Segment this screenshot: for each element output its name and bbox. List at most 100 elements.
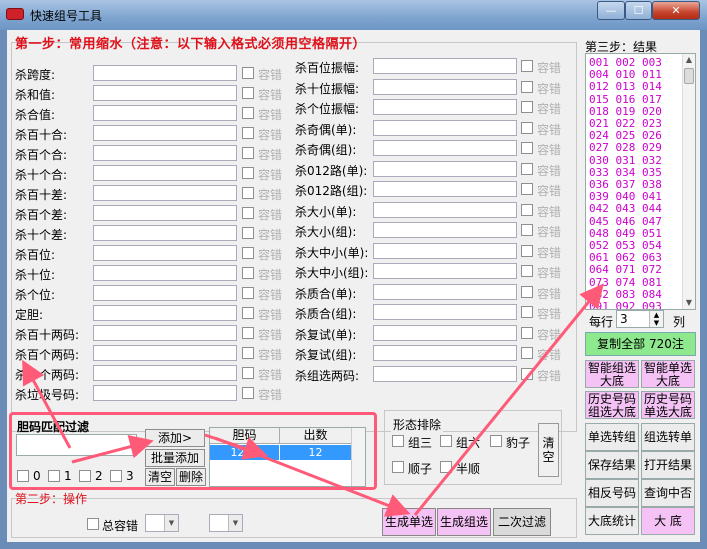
function-button[interactable]: 大底统计 (585, 507, 639, 535)
table-scrollbar[interactable] (351, 428, 365, 486)
tolerance-checkbox[interactable] (242, 247, 254, 259)
chevron-down-icon[interactable]: ▼ (228, 515, 242, 531)
tolerance-checkbox[interactable] (242, 207, 254, 219)
filter-input[interactable] (93, 125, 237, 141)
filter-input[interactable] (93, 165, 237, 181)
total-tolerance-checkbox[interactable] (87, 518, 99, 530)
spin-arrows-icon[interactable]: ▲ ▼ (649, 311, 663, 327)
filter-input[interactable] (373, 283, 517, 300)
tolerance-checkbox[interactable] (521, 224, 533, 236)
shape-clear-button[interactable]: 清空 (538, 423, 559, 477)
filter-input[interactable] (373, 222, 517, 238)
function-button[interactable]: 相反号码 (585, 479, 639, 507)
per-row-stepper[interactable]: 3 ▲ ▼ (616, 310, 664, 328)
filter-input[interactable] (373, 345, 517, 361)
filter-input[interactable] (93, 105, 237, 121)
function-button[interactable]: 打开结果 (641, 451, 695, 479)
tolerance-checkbox[interactable] (521, 285, 533, 298)
scroll-up-icon[interactable]: ▲ (683, 54, 695, 66)
tolerance-max-select[interactable]: ▼ (209, 514, 243, 532)
function-button[interactable]: 智能单选大底 (641, 360, 695, 388)
tolerance-checkbox[interactable] (242, 307, 254, 319)
delete-button[interactable]: 删除 (176, 468, 206, 486)
shape-option-checkbox[interactable] (490, 435, 502, 447)
filter-input[interactable] (93, 225, 237, 241)
dan-code-input[interactable] (16, 434, 137, 456)
tolerance-checkbox[interactable] (242, 167, 254, 179)
filter-input[interactable] (93, 245, 237, 261)
filter-input[interactable] (93, 65, 237, 81)
tolerance-checkbox[interactable] (521, 60, 533, 72)
shape-option-checkbox[interactable] (440, 461, 452, 473)
tolerance-checkbox[interactable] (242, 367, 254, 379)
tolerance-checkbox[interactable] (521, 101, 533, 113)
filter-input[interactable] (373, 140, 517, 156)
filter-input[interactable] (373, 304, 517, 320)
shape-option-checkbox[interactable] (392, 461, 404, 473)
tolerance-checkbox[interactable] (242, 127, 254, 139)
tolerance-checkbox[interactable] (242, 387, 254, 399)
chevron-down-icon[interactable]: ▼ (164, 515, 178, 531)
tolerance-checkbox[interactable] (521, 203, 533, 216)
filter-input[interactable] (373, 119, 517, 136)
function-button[interactable]: 智能组选大底 (585, 360, 639, 388)
filter-input[interactable] (373, 58, 517, 74)
function-button[interactable]: 历史号码组选大底 (585, 391, 639, 419)
filter-input[interactable] (373, 78, 517, 95)
tolerance-checkbox[interactable] (521, 142, 533, 154)
tolerance-checkbox[interactable] (242, 147, 254, 159)
filter-input[interactable] (93, 345, 237, 361)
filter-input[interactable] (373, 99, 517, 115)
table-cell[interactable]: 1234 (210, 445, 280, 460)
filter-input[interactable] (93, 145, 237, 161)
filter-input[interactable] (373, 160, 517, 177)
tolerance-checkbox[interactable] (521, 162, 533, 175)
filter-input[interactable] (93, 385, 237, 401)
tolerance-checkbox[interactable] (521, 183, 533, 195)
shape-option-checkbox[interactable] (392, 435, 404, 447)
tolerance-checkbox[interactable] (242, 327, 254, 339)
add-button[interactable]: 添加> (145, 429, 205, 447)
clear-button[interactable]: 清空 (145, 468, 175, 486)
tolerance-checkbox[interactable] (521, 347, 533, 359)
function-button[interactable]: 组选转单 (641, 423, 695, 451)
filter-input[interactable] (93, 205, 237, 221)
tolerance-checkbox[interactable] (242, 267, 254, 279)
filter-input[interactable] (93, 185, 237, 201)
function-button[interactable]: 大 底 (641, 507, 695, 535)
minimize-button[interactable]: — (597, 1, 625, 20)
function-button[interactable]: 单选转组 (585, 423, 639, 451)
dan-option-checkbox[interactable] (48, 470, 60, 482)
filter-input[interactable] (93, 265, 237, 281)
tolerance-checkbox[interactable] (242, 87, 254, 99)
copy-all-button[interactable]: 复制全部 720注 (585, 332, 696, 356)
shape-option-checkbox[interactable] (440, 435, 452, 447)
dan-table[interactable]: 胆码 出数 1234 12 (209, 427, 366, 487)
function-button[interactable]: 历史号码单选大底 (641, 391, 695, 419)
filter-input[interactable] (373, 242, 517, 259)
dan-option-checkbox[interactable] (79, 470, 91, 482)
tolerance-checkbox[interactable] (242, 227, 254, 239)
filter-input[interactable] (93, 305, 237, 321)
filter-input[interactable] (373, 181, 517, 197)
filter-input[interactable] (93, 285, 237, 301)
filter-input[interactable] (373, 201, 517, 218)
tolerance-checkbox[interactable] (521, 306, 533, 318)
generate-single-button[interactable]: 生成单选 (382, 508, 436, 536)
result-scrollbar[interactable]: ▲ ▼ (682, 54, 695, 309)
tolerance-checkbox[interactable] (242, 347, 254, 359)
maximize-button[interactable]: ☐ (625, 1, 652, 20)
tolerance-checkbox[interactable] (242, 67, 254, 79)
filter-input[interactable] (373, 263, 517, 279)
filter-input[interactable] (93, 365, 237, 381)
tolerance-min-select[interactable]: ▼ (145, 514, 179, 532)
function-button[interactable]: 保存结果 (585, 451, 639, 479)
tolerance-checkbox[interactable] (521, 265, 533, 277)
tolerance-checkbox[interactable] (242, 187, 254, 199)
tolerance-checkbox[interactable] (521, 121, 533, 134)
result-list-box[interactable]: 001 002 003 004 010 011 012 013 014 015 016… (585, 53, 696, 310)
dan-option-checkbox[interactable] (17, 470, 29, 482)
filter-input[interactable] (373, 324, 517, 341)
batch-add-button[interactable]: 批量添加 (145, 449, 205, 467)
tolerance-checkbox[interactable] (242, 287, 254, 299)
